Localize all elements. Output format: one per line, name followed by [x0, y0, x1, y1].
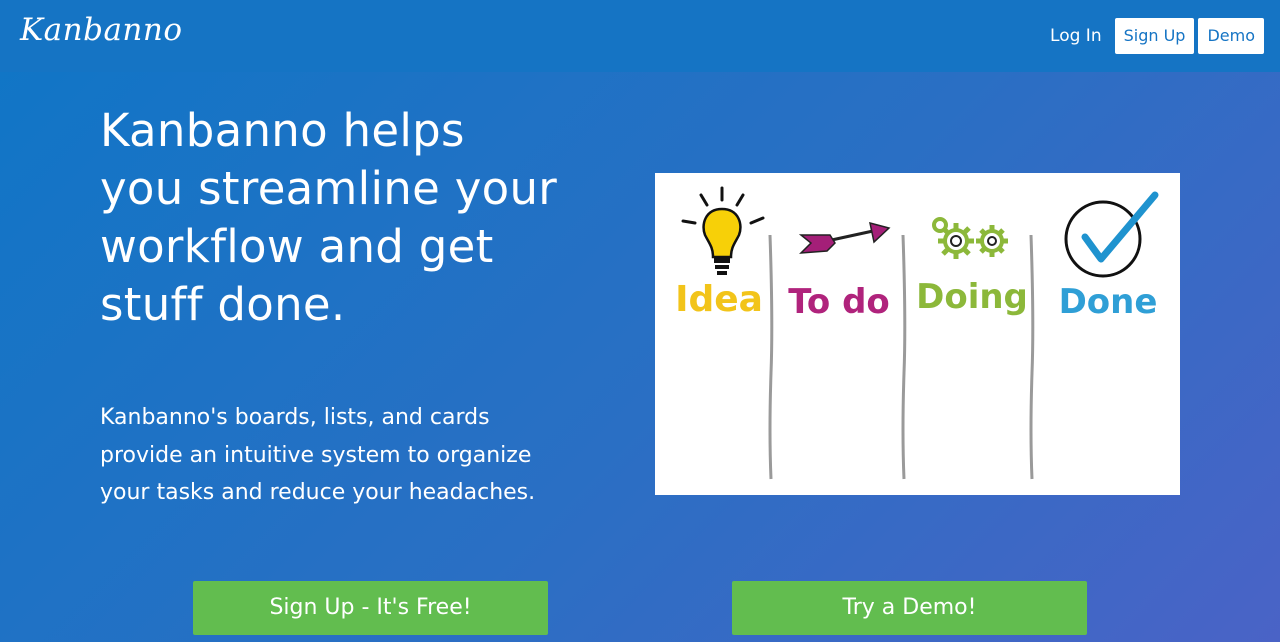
hero-subtext: Kanbanno's boards, lists, and cards prov…: [100, 405, 536, 505]
brand-logo[interactable]: Kanbanno: [20, 12, 183, 48]
gears-icon: [932, 217, 1008, 259]
column-divider: [901, 234, 907, 480]
demo-cta-button[interactable]: Try a Demo!: [732, 581, 1087, 635]
demo-nav-button[interactable]: Demo: [1198, 18, 1264, 54]
kanban-illustration: Idea To do Doing Done: [655, 173, 1180, 495]
column-label-doing: Doing: [916, 277, 1028, 317]
column-label-todo: To do: [788, 282, 890, 322]
login-link[interactable]: Log In: [1050, 18, 1102, 54]
signup-cta-button[interactable]: Sign Up - It's Free!: [193, 581, 548, 635]
column-label-idea: Idea: [675, 279, 763, 320]
arrow-icon: [798, 221, 891, 254]
checkmark-icon: [1064, 191, 1159, 278]
column-divider: [768, 234, 774, 480]
lightbulb-icon: [681, 186, 765, 275]
signup-nav-button[interactable]: Sign Up: [1114, 18, 1195, 54]
column-label-done: Done: [1059, 282, 1158, 322]
nav-links: Log In Sign Up Demo: [1050, 18, 1264, 54]
hero-headline: Kanbanno helps you streamline your workf…: [100, 104, 558, 331]
kanban-illustration-svg: Idea To do Doing Done: [675, 186, 1159, 480]
top-navbar: Kanbanno Log In Sign Up Demo: [0, 0, 1280, 72]
column-divider: [1029, 234, 1035, 480]
